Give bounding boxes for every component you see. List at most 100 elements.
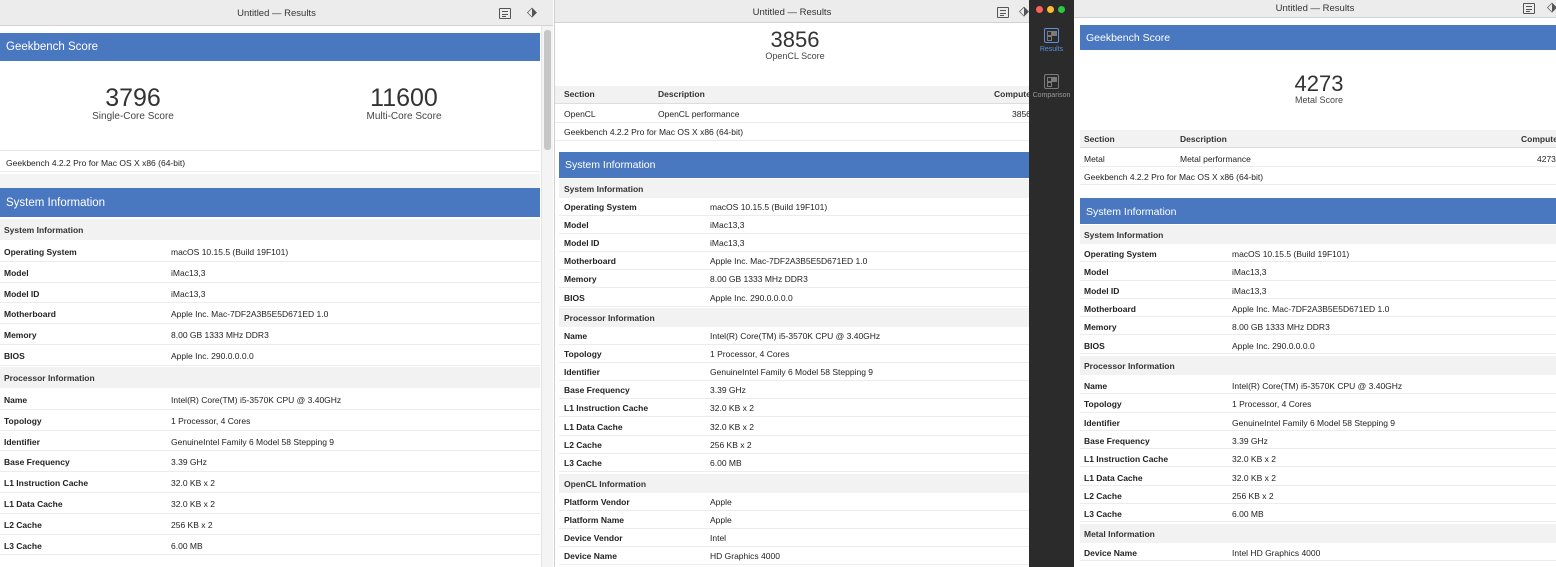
titlebar[interactable]: Untitled — Results ⬗ (1074, 0, 1556, 18)
info-row: L3 Cache 6.00 MB (559, 454, 1029, 472)
info-value: Intel(R) Core(TM) i5-3570K CPU @ 3.40GHz (1232, 381, 1403, 391)
info-key: Model ID (564, 238, 600, 249)
info-key: L1 Data Cache (4, 499, 63, 509)
info-value: Apple Inc. 290.0.0.0.0 (1232, 340, 1315, 351)
info-row: Base Frequency 3.39 GHz (559, 381, 1029, 400)
info-row: Platform Vendor Apple (559, 493, 1029, 512)
info-key: L1 Instruction Cache (1084, 454, 1169, 465)
info-value: 1 Processor, 4 Cores (710, 349, 790, 360)
info-value: 32.0 KB x 2 (171, 499, 215, 509)
share-results-icon[interactable] (997, 7, 1009, 18)
info-key: BIOS (1084, 340, 1105, 351)
system-information-header: System Information (559, 152, 1029, 178)
info-value: Apple Inc. Mac-7DF2A3B5E5D671ED 1.0 (1232, 303, 1390, 314)
info-row: Model ID iMac13,3 (0, 283, 540, 304)
sidebar-item-comparison[interactable]: Comparison (1029, 74, 1074, 99)
version-row: Geekbench 4.2.2 Pro for Mac OS X x86 (64… (555, 123, 1029, 141)
info-row: Platform Name Apple (559, 511, 1029, 530)
info-key: BIOS (4, 351, 25, 361)
info-key: Model ID (4, 288, 40, 299)
info-row: Name Intel(R) Core(TM) i5-3570K CPU @ 3.4… (559, 327, 1029, 346)
sidebar-item-results[interactable]: Results (1029, 28, 1074, 53)
opencl-score-value: 3856 (770, 27, 820, 52)
results-table-row: Metal Metal performance 4273 (1080, 149, 1556, 167)
info-key: Motherboard (4, 309, 56, 320)
info-value: Intel(R) Core(TM) i5-3570K CPU @ 3.40GHz (710, 331, 881, 341)
info-value: 1 Processor, 4 Cores (1232, 399, 1312, 410)
info-value: 8.00 GB 1333 MHz DDR3 (1232, 322, 1330, 333)
info-row: Name Intel(R) Core(TM) i5-3570K CPU @ 3.4… (0, 389, 540, 410)
info-key: Topology (4, 415, 42, 426)
opencl-information-section: OpenCL Information (559, 474, 1029, 493)
info-key: Identifier (564, 367, 600, 378)
info-value: 256 KB x 2 (1232, 490, 1274, 501)
info-key: Base Frequency (564, 385, 630, 396)
processor-information-section: Processor Information (1080, 356, 1556, 375)
info-value: Apple Inc. Mac-7DF2A3B5E5D671ED 1.0 (171, 309, 329, 320)
dropbox-icon[interactable]: ⬗ (527, 5, 537, 18)
close-window-button[interactable] (1036, 6, 1043, 13)
info-key: L3 Cache (4, 540, 42, 551)
info-row: Topology 1 Processor, 4 Cores (559, 345, 1029, 364)
info-key: Motherboard (1084, 303, 1136, 314)
info-key: Device Vendor (564, 533, 623, 544)
info-value: 32.0 KB x 2 (710, 421, 754, 432)
info-row: Memory 8.00 GB 1333 MHz DDR3 (1080, 317, 1556, 336)
dropbox-icon[interactable]: ⬗ (1547, 0, 1556, 13)
titlebar[interactable]: Untitled — Results ⬗ (0, 0, 553, 26)
share-results-icon[interactable] (1523, 3, 1535, 14)
info-key: Operating System (4, 247, 77, 257)
info-row: Model ID iMac13,3 (1080, 281, 1556, 299)
single-core-value: 3796 (105, 84, 161, 112)
info-value: iMac13,3 (710, 220, 745, 231)
system-information-section: System Information (559, 179, 1029, 198)
system-information-section: System Information (1080, 225, 1556, 244)
results-window-opencl: Untitled — Results ⬗ 3856 OpenCL Score S… (554, 0, 1029, 567)
results-table-row: OpenCL OpenCL performance 3856 (555, 105, 1029, 123)
info-row: Base Frequency 3.39 GHz (1080, 431, 1556, 450)
info-value: Apple (710, 515, 732, 526)
info-key: Name (1084, 381, 1108, 391)
info-value: 32.0 KB x 2 (710, 403, 754, 414)
info-row: L2 Cache 256 KB x 2 (559, 436, 1029, 454)
info-value: 32.0 KB x 2 (171, 478, 215, 489)
dropbox-icon[interactable]: ⬗ (1019, 4, 1029, 17)
titlebar[interactable]: Untitled — Results ⬗ (555, 0, 1029, 23)
info-value: iMac13,3 (1232, 285, 1267, 296)
info-value: Apple Inc. 290.0.0.0.0 (171, 351, 254, 361)
info-value: GenuineIntel Family 6 Model 58 Stepping … (710, 367, 874, 378)
info-key: Name (4, 395, 28, 405)
share-results-icon[interactable] (499, 8, 511, 19)
info-row: Name Intel(R) Core(TM) i5-3570K CPU @ 3.4… (1080, 376, 1556, 395)
minimize-window-button[interactable] (1047, 6, 1054, 13)
scrollbar-thumb[interactable] (544, 30, 551, 150)
info-value: 1 Processor, 4 Cores (171, 415, 251, 426)
window-title: Untitled — Results (752, 7, 832, 18)
info-row: L1 Instruction Cache 32.0 KB x 2 (1080, 449, 1556, 468)
info-row: Device Name HD Graphics 4000 (559, 547, 1029, 566)
info-row: Model iMac13,3 (1080, 262, 1556, 281)
info-row: Topology 1 Processor, 4 Cores (1080, 394, 1556, 413)
info-key: Base Frequency (4, 457, 70, 468)
metal-score-value: 4273 (1294, 71, 1344, 96)
opencl-score-label: OpenCL Score (765, 51, 825, 61)
info-value: 3.39 GHz (171, 457, 207, 468)
results-window-cpu: Untitled — Results ⬗ Geekbench Score 379… (0, 0, 553, 567)
info-value: 32.0 KB x 2 (1232, 472, 1276, 483)
info-value: iMac13,3 (710, 238, 745, 249)
multi-core-label: Multi-Core Score (366, 111, 442, 122)
vertical-scrollbar[interactable] (541, 26, 553, 567)
zoom-window-button[interactable] (1058, 6, 1065, 13)
info-row: Identifier GenuineIntel Family 6 Model 58… (1080, 413, 1556, 431)
geekbench-score-header: Geekbench Score (0, 33, 540, 61)
info-row: BIOS Apple Inc. 290.0.0.0.0 (559, 289, 1029, 307)
metal-score-label: Metal Score (1294, 95, 1344, 105)
window-title: Untitled — Results (237, 8, 316, 19)
info-row: L1 Instruction Cache 32.0 KB x 2 (0, 472, 540, 493)
info-value: 32.0 KB x 2 (1232, 454, 1276, 465)
info-row: L2 Cache 256 KB x 2 (1080, 486, 1556, 505)
info-row: Operating System macOS 10.15.5 (Build 19F… (0, 241, 540, 262)
info-key: Identifier (1084, 417, 1120, 428)
info-key: L2 Cache (1084, 490, 1122, 501)
info-value: iMac13,3 (171, 288, 206, 299)
